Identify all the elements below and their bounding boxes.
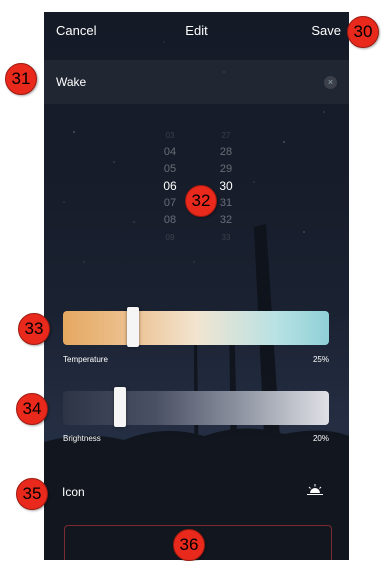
brightness-slider[interactable]: [63, 387, 329, 427]
edit-screen: Cancel Edit Save Wake × 03 04 05 06 07 0…: [44, 12, 349, 560]
annotation-badge-31: 31: [5, 63, 37, 95]
close-icon[interactable]: ×: [324, 76, 337, 89]
save-button[interactable]: Save: [311, 23, 341, 38]
annotation-badge-32: 32: [185, 185, 217, 217]
minute-option[interactable]: 27: [206, 127, 246, 144]
minute-option[interactable]: 33: [206, 229, 246, 246]
selected-hour[interactable]: 06: [150, 178, 190, 195]
page-title: Edit: [185, 23, 208, 38]
minute-option[interactable]: 32: [206, 212, 246, 229]
icon-row[interactable]: Icon: [44, 474, 349, 504]
brightness-value: 20%: [312, 434, 329, 443]
hour-option[interactable]: 03: [150, 127, 190, 144]
temperature-value: 25%: [312, 355, 329, 364]
annotation-badge-34: 34: [16, 393, 48, 425]
hour-wheel[interactable]: 03 04 05 06 07 08 09: [150, 127, 190, 246]
annotation-badge-30: 30: [347, 16, 379, 48]
temperature-label: Temperature: [63, 355, 108, 364]
minute-option[interactable]: 28: [206, 144, 246, 161]
brightness-slider-handle[interactable]: [114, 387, 126, 427]
annotation-badge-36: 36: [173, 529, 205, 561]
temperature-slider[interactable]: [63, 307, 329, 347]
sunrise-icon[interactable]: [307, 484, 323, 496]
hour-option[interactable]: 04: [150, 144, 190, 161]
hour-option[interactable]: 07: [150, 195, 190, 212]
navigation-bar: Cancel Edit Save: [44, 12, 349, 50]
minute-wheel[interactable]: 27 28 29 30 31 32 33: [206, 127, 246, 246]
hour-option[interactable]: 09: [150, 229, 190, 246]
annotation-badge-33: 33: [18, 313, 50, 345]
alarm-name-field[interactable]: Wake ×: [44, 60, 349, 104]
brightness-label: Brightness: [63, 434, 101, 443]
annotation-badge-35: 35: [16, 478, 48, 510]
hour-option[interactable]: 05: [150, 161, 190, 178]
icon-label: Icon: [62, 485, 85, 499]
minute-option[interactable]: 29: [206, 161, 246, 178]
alarm-name-value[interactable]: Wake: [56, 75, 86, 89]
hour-option[interactable]: 08: [150, 212, 190, 229]
temperature-slider-handle[interactable]: [127, 307, 139, 347]
